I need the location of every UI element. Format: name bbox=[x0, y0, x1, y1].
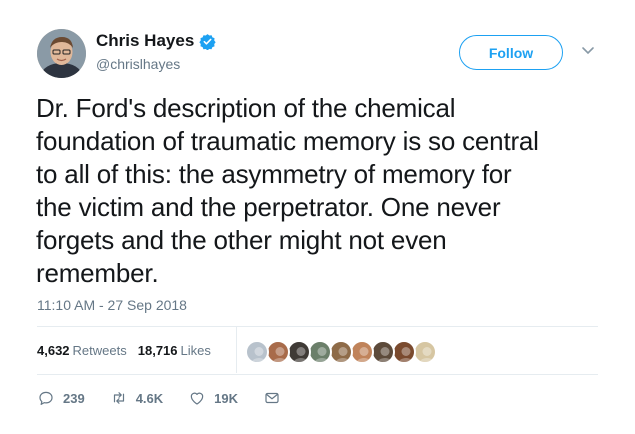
stats-separator bbox=[236, 327, 237, 373]
liker-avatar[interactable] bbox=[413, 340, 437, 364]
retweet-icon bbox=[113, 392, 124, 404]
liker-avatar[interactable] bbox=[350, 340, 374, 364]
divider bbox=[37, 374, 598, 375]
tweet-text-line: Dr. Ford's description of the chemical bbox=[36, 93, 456, 123]
retweets-count: 4,632 bbox=[37, 343, 70, 358]
tweet-card: Chris Hayes @chrislhayes Follow Dr. Ford… bbox=[0, 0, 635, 434]
liker-avatar[interactable] bbox=[392, 340, 416, 364]
heart-icon bbox=[190, 392, 204, 405]
author-handle[interactable]: @chrislhayes bbox=[96, 56, 180, 72]
liker-avatar[interactable] bbox=[329, 340, 353, 364]
direct-message-action[interactable] bbox=[263, 389, 281, 407]
tweet-text-line: foundation of traumatic memory is so cen… bbox=[36, 126, 539, 156]
retweets-stat[interactable]: 4,632 Retweets bbox=[37, 343, 127, 358]
retweets-label: Retweets bbox=[72, 343, 127, 358]
tweet-text-line: forgets and the other might not even bbox=[36, 225, 447, 255]
likes-count: 18,716 bbox=[137, 343, 178, 358]
divider bbox=[37, 326, 598, 327]
like-count: 19K bbox=[214, 390, 239, 406]
likes-stat[interactable]: 18,716 Likes bbox=[138, 343, 211, 358]
tweet-text-line: remember. bbox=[36, 258, 159, 288]
retweet-count: 4.6K bbox=[135, 390, 164, 406]
tweet-text-line: the victim and the perpetrator. One neve… bbox=[36, 192, 501, 222]
reply-action[interactable]: 239 bbox=[37, 389, 85, 407]
liker-avatar[interactable] bbox=[245, 340, 269, 364]
reply-count: 239 bbox=[63, 390, 85, 406]
author-name[interactable]: Chris Hayes bbox=[96, 31, 194, 51]
liker-avatar[interactable] bbox=[287, 340, 311, 364]
author-name-row[interactable]: Chris Hayes bbox=[96, 31, 216, 51]
action-bar: 239 4.6K 19K bbox=[37, 389, 306, 407]
follow-button[interactable]: Follow bbox=[459, 35, 563, 70]
liker-avatars bbox=[245, 340, 437, 364]
tweet-timestamp[interactable]: 11:10 AM - 27 Sep 2018 bbox=[37, 297, 187, 313]
liker-avatar[interactable] bbox=[308, 340, 332, 364]
chevron-down-icon[interactable] bbox=[581, 45, 595, 55]
like-action[interactable]: 19K bbox=[188, 389, 238, 407]
liker-avatar[interactable] bbox=[371, 340, 395, 364]
tweet-text: Dr. Ford's description of the chemical f… bbox=[36, 92, 606, 290]
envelope-icon bbox=[265, 392, 279, 404]
author-avatar[interactable] bbox=[37, 29, 86, 78]
reply-icon bbox=[39, 391, 53, 405]
engagement-stats: 4,632 Retweets 18,716 Likes bbox=[37, 343, 211, 358]
likes-label: Likes bbox=[180, 343, 211, 358]
liker-avatar[interactable] bbox=[266, 340, 290, 364]
retweet-action[interactable]: 4.6K bbox=[110, 389, 163, 407]
tweet-text-line: to all of this: the asymmetry of memory … bbox=[36, 159, 512, 189]
verified-badge-icon bbox=[199, 33, 216, 50]
